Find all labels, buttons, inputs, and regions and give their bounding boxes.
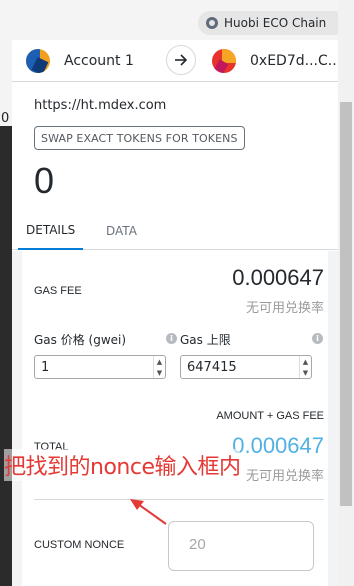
- gas-fee-value: 0.000647: [232, 265, 324, 290]
- custom-nonce-label: CUSTOM NONCE: [34, 539, 125, 551]
- details-card: GAS FEE 0.000647 无可用兑换率 Gas 价格 (gwei) i …: [22, 251, 328, 586]
- gas-price-value: 1: [41, 359, 50, 375]
- gas-limit-input[interactable]: 647415 ▲ ▼: [180, 355, 312, 379]
- network-icon: [206, 17, 218, 29]
- gas-price-input[interactable]: 1 ▲ ▼: [34, 355, 166, 379]
- network-selector[interactable]: Huobi ECO Chain: [198, 11, 346, 35]
- scrollbar-thumb[interactable]: [340, 102, 352, 506]
- details-section: GAS FEE 0.000647 无可用兑换率 Gas 价格 (gwei) i …: [12, 251, 338, 586]
- gas-limit-stepper[interactable]: ▲ ▼: [299, 356, 311, 378]
- confirm-transaction-popup: Huobi ECO Chain Account 1 0xED7d...C... …: [12, 0, 346, 586]
- arrow-right-icon: [166, 45, 196, 75]
- chevron-up-icon[interactable]: ▲: [303, 358, 308, 366]
- recipient-address: 0xED7d...C...: [250, 53, 342, 69]
- gas-fee-label: GAS FEE: [34, 285, 82, 297]
- info-icon[interactable]: i: [166, 333, 177, 344]
- gas-fee-conversion: 无可用兑换率: [245, 301, 324, 316]
- transaction-amount: 0: [34, 160, 55, 201]
- gas-price-label: Gas 价格 (gwei): [34, 333, 127, 347]
- background-glyph: 0: [1, 111, 10, 126]
- chevron-down-icon[interactable]: ▼: [303, 369, 308, 377]
- gas-price-stepper[interactable]: ▲ ▼: [153, 356, 165, 378]
- custom-nonce-placeholder: 20: [189, 536, 206, 553]
- sender-account[interactable]: Account 1: [26, 49, 134, 73]
- tab-details[interactable]: DETAILS: [18, 212, 84, 250]
- recipient-avatar-icon: [212, 49, 236, 73]
- total-conversion: 无可用兑换率: [245, 469, 324, 484]
- network-name: Huobi ECO Chain: [224, 16, 327, 30]
- annotation-text: 把找到的nonce输入框内: [4, 449, 241, 481]
- info-icon[interactable]: i: [312, 333, 323, 344]
- background-window-top: [0, 0, 12, 126]
- recipient-account[interactable]: 0xED7d...C...: [212, 49, 341, 73]
- annotation-arrow-icon: [130, 499, 167, 525]
- tabs: DETAILS DATA: [12, 212, 338, 250]
- sender-avatar-icon: [26, 49, 50, 73]
- gas-limit-label: Gas 上限: [180, 333, 231, 347]
- sender-recipient-row: Account 1 0xED7d...C...: [12, 40, 341, 82]
- tab-data[interactable]: DATA: [106, 212, 137, 250]
- chevron-down-icon[interactable]: ▼: [157, 369, 162, 377]
- custom-nonce-input[interactable]: 20: [168, 521, 314, 571]
- sender-account-name: Account 1: [64, 53, 134, 69]
- network-bar: Huobi ECO Chain: [12, 0, 346, 40]
- chevron-up-icon[interactable]: ▲: [157, 358, 162, 366]
- method-badge: SWAP EXACT TOKENS FOR TOKENS: [34, 126, 245, 150]
- amount-gas-fee-label: AMOUNT + GAS FEE: [216, 410, 324, 422]
- divider: [34, 499, 324, 500]
- total-value: 0.000647: [232, 433, 324, 458]
- gas-limit-value: 647415: [187, 359, 237, 375]
- origin-url: https://ht.mdex.com: [34, 98, 167, 113]
